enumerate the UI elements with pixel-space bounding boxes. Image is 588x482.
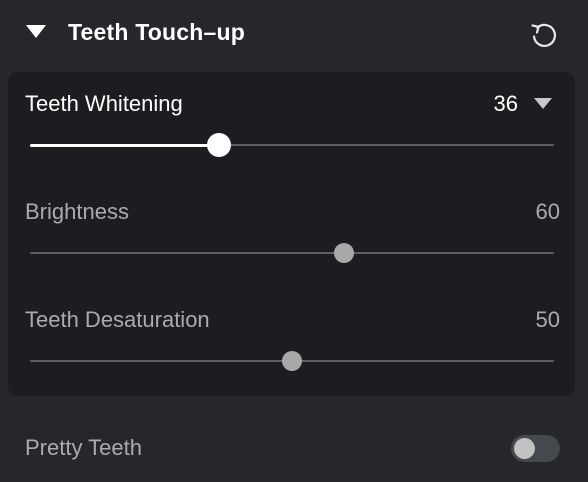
section-title: Teeth Touch–up [68,19,245,45]
toggle-knob[interactable] [514,438,535,459]
slider-label: Brightness [25,199,129,224]
slider-label: Teeth Whitening [25,91,183,116]
caret-down-icon[interactable] [26,25,46,38]
slider-fill [30,143,219,147]
slider-value: 50 [535,307,560,332]
reset-icon[interactable] [528,19,560,49]
slider-value[interactable]: 36 [470,90,518,118]
section-header[interactable]: Teeth Touch–up [0,0,588,64]
slider-track[interactable] [30,252,554,254]
slider-label: Teeth Desaturation [25,307,210,332]
pretty-teeth-toggle[interactable] [511,435,560,462]
pretty-teeth-label: Pretty Teeth [25,435,142,460]
adjustments-panel [8,72,575,396]
slider-value: 60 [535,199,560,224]
slider-knob[interactable] [282,351,302,371]
slider-knob[interactable] [206,133,231,157]
dropdown-caret-icon[interactable] [534,98,552,109]
